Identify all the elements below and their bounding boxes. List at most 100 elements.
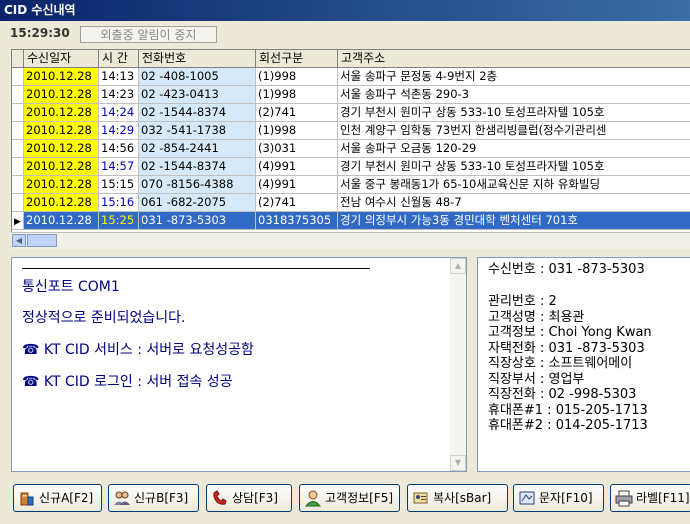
- customer-field: 직장전화 : 02 -998-5303: [488, 387, 637, 402]
- cell-line: 0318375305: [256, 212, 338, 229]
- table-row[interactable]: 2010.12.28 14:23 02 -423-0413 (1)998 서울 송파구 …: [12, 86, 690, 104]
- new-a-button[interactable]: 신규A[F2]: [13, 484, 102, 512]
- table-horizontal-scrollbar[interactable]: ◀: [11, 232, 690, 249]
- table-row[interactable]: 2010.12.28 14:57 02 -1544-8374 (4)991 경기 부천시…: [12, 158, 690, 176]
- cell-date: 2010.12.28: [24, 212, 99, 229]
- cell-line: (1)998: [256, 122, 338, 139]
- table-row[interactable]: ▶ 2010.12.28 15:25 031 -873-5303 0318375305 경…: [12, 212, 690, 230]
- customer-field: 휴대폰#2 : 014-205-1713: [488, 418, 648, 433]
- cell-time: 15:25: [99, 212, 139, 229]
- label-label: 라벨[F11]: [636, 491, 690, 505]
- cell-address: 서울 송파구 문정동 4-9번지 2층: [338, 68, 690, 85]
- new-b-button[interactable]: 신규B[F3]: [108, 484, 199, 512]
- cell-date: 2010.12.28: [24, 158, 99, 175]
- cell-phone: 02 -423-0413: [139, 86, 256, 103]
- header-time[interactable]: 시 간: [99, 50, 139, 67]
- table-row[interactable]: 2010.12.28 15:15 070 -8156-4388 (4)991 서울 중구…: [12, 176, 690, 194]
- cell-phone: 02 -854-2441: [139, 140, 256, 157]
- away-alert-stop-button[interactable]: 외출중 알림이 중지: [80, 26, 217, 43]
- log-line: ☎ KT CID 서비스 : 서버로 요청성공함: [22, 342, 254, 358]
- table-row[interactable]: 2010.12.28 14:56 02 -854-2441 (3)031 서울 송파구 …: [12, 140, 690, 158]
- cell-address: 인천 계양구 임학동 73번지 한샘리빙클럽(정수기관리센: [338, 122, 690, 139]
- row-indicator: [12, 158, 24, 175]
- cell-date: 2010.12.28: [24, 122, 99, 139]
- consult-button[interactable]: 상담[F3]: [206, 484, 292, 512]
- cell-date: 2010.12.28: [24, 104, 99, 121]
- header-line[interactable]: 회선구분: [256, 50, 338, 67]
- row-indicator: ▶: [12, 212, 24, 229]
- row-indicator: [12, 104, 24, 121]
- table-row[interactable]: 2010.12.28 14:29 032 -541-1738 (1)998 인천 계양구…: [12, 122, 690, 140]
- cell-address: 전남 여수시 신월동 48-7: [338, 194, 690, 211]
- clock-display: 15:29:30: [10, 26, 70, 40]
- cell-time: 14:13: [99, 68, 139, 85]
- cell-address: 서울 송파구 오금동 120-29: [338, 140, 690, 157]
- cell-date: 2010.12.28: [24, 194, 99, 211]
- customer-field: 고객정보 : Choi Yong Kwan: [488, 325, 652, 340]
- log-line: 정상적으로 준비되었습니다.: [22, 310, 186, 326]
- cell-line: (1)998: [256, 68, 338, 85]
- cell-time: 14:23: [99, 86, 139, 103]
- cell-line: (2)741: [256, 194, 338, 211]
- cell-line: (4)991: [256, 158, 338, 175]
- phone-icon: [213, 489, 227, 505]
- log-line: ☎ KT CID 로그인 : 서버 접속 성공: [22, 374, 233, 390]
- sms-label: 문자[F10]: [539, 491, 593, 505]
- cell-address: 서울 중구 봉래동1가 65-10새교육신문 지하 유화빌딩: [338, 176, 690, 193]
- header-indicator: [12, 50, 24, 67]
- cell-phone: 031 -873-5303: [139, 212, 256, 229]
- log-line: 통신포트 COM1: [22, 279, 120, 295]
- customer-info-button[interactable]: 고객정보[F5]: [299, 484, 400, 512]
- call-history-table[interactable]: 수신일자 시 간 전화번호 회선구분 고객주소 2010.12.28 14:13 0…: [11, 49, 690, 249]
- table-row[interactable]: 2010.12.28 15:16 061 -682-2075 (2)741 전남 여수시…: [12, 194, 690, 212]
- current-row-icon: ▶: [14, 217, 21, 227]
- copy-card-icon: [413, 492, 428, 503]
- cell-time: 14:24: [99, 104, 139, 121]
- printer-icon: [615, 490, 633, 506]
- cell-line: (4)991: [256, 176, 338, 193]
- window-title: CID 수신내역: [0, 0, 690, 21]
- cell-address: 경기 부천시 원미구 상동 533-10 토성프라자텔 105호: [338, 104, 690, 121]
- cell-phone: 02 -1544-8374: [139, 158, 256, 175]
- customer-info-label: 고객정보[F5]: [325, 491, 394, 505]
- log-panel: 통신포트 COM1 정상적으로 준비되었습니다. ☎ KT CID 서비스 : …: [11, 257, 467, 472]
- scroll-down-icon[interactable]: ▼: [450, 455, 466, 471]
- cell-phone: 02 -1544-8374: [139, 104, 256, 121]
- copy-button[interactable]: 복사[sBar]: [407, 484, 508, 512]
- table-header: 수신일자 시 간 전화번호 회선구분 고객주소: [12, 50, 690, 68]
- cell-line: (2)741: [256, 104, 338, 121]
- cell-address: 경기 의정부시 가능3동 경민대학 벤처센터 701호: [338, 212, 690, 229]
- new-b-label: 신규B[F3]: [134, 491, 189, 505]
- sms-icon: [519, 491, 535, 504]
- customer-field: 고객성명 : 최용관: [488, 309, 585, 325]
- table-row[interactable]: 2010.12.28 14:24 02 -1544-8374 (2)741 경기 부천시…: [12, 104, 690, 122]
- row-indicator: [12, 140, 24, 157]
- customer-field: 직장상호 : 소프트웨어메이: [488, 356, 633, 371]
- cell-date: 2010.12.28: [24, 176, 99, 193]
- received-number: 수신번호 : 031 -873-5303: [488, 262, 645, 277]
- scroll-left-icon[interactable]: ◀: [12, 234, 26, 247]
- label-button[interactable]: 라벨[F11]: [610, 484, 690, 512]
- cell-date: 2010.12.28: [24, 140, 99, 157]
- building-icon: [20, 492, 34, 505]
- cell-time: 15:16: [99, 194, 139, 211]
- row-indicator: [12, 176, 24, 193]
- cell-phone: 032 -541-1738: [139, 122, 256, 139]
- header-phone[interactable]: 전화번호: [139, 50, 256, 67]
- user-icon: [304, 490, 322, 506]
- customer-field: 자택전화 : 031 -873-5303: [488, 340, 645, 356]
- cell-address: 서울 송파구 석촌동 290-3: [338, 86, 690, 103]
- customer-field: 관리번호 : 2: [488, 294, 557, 309]
- cell-date: 2010.12.28: [24, 68, 99, 85]
- people-icon: [114, 491, 130, 505]
- log-vertical-scrollbar[interactable]: ▲ ▼: [450, 258, 466, 471]
- new-a-label: 신규A[F2]: [39, 491, 94, 505]
- copy-label: 복사[sBar]: [433, 491, 492, 505]
- sms-button[interactable]: 문자[F10]: [513, 484, 604, 512]
- scroll-thumb[interactable]: [27, 234, 57, 247]
- customer-field: 휴대폰#1 : 015-205-1713: [488, 402, 648, 418]
- table-row[interactable]: 2010.12.28 14:13 02 -408-1005 (1)998 서울 송파구 …: [12, 68, 690, 86]
- header-address[interactable]: 고객주소: [338, 50, 690, 67]
- header-date[interactable]: 수신일자: [24, 50, 99, 67]
- scroll-up-icon[interactable]: ▲: [450, 258, 466, 274]
